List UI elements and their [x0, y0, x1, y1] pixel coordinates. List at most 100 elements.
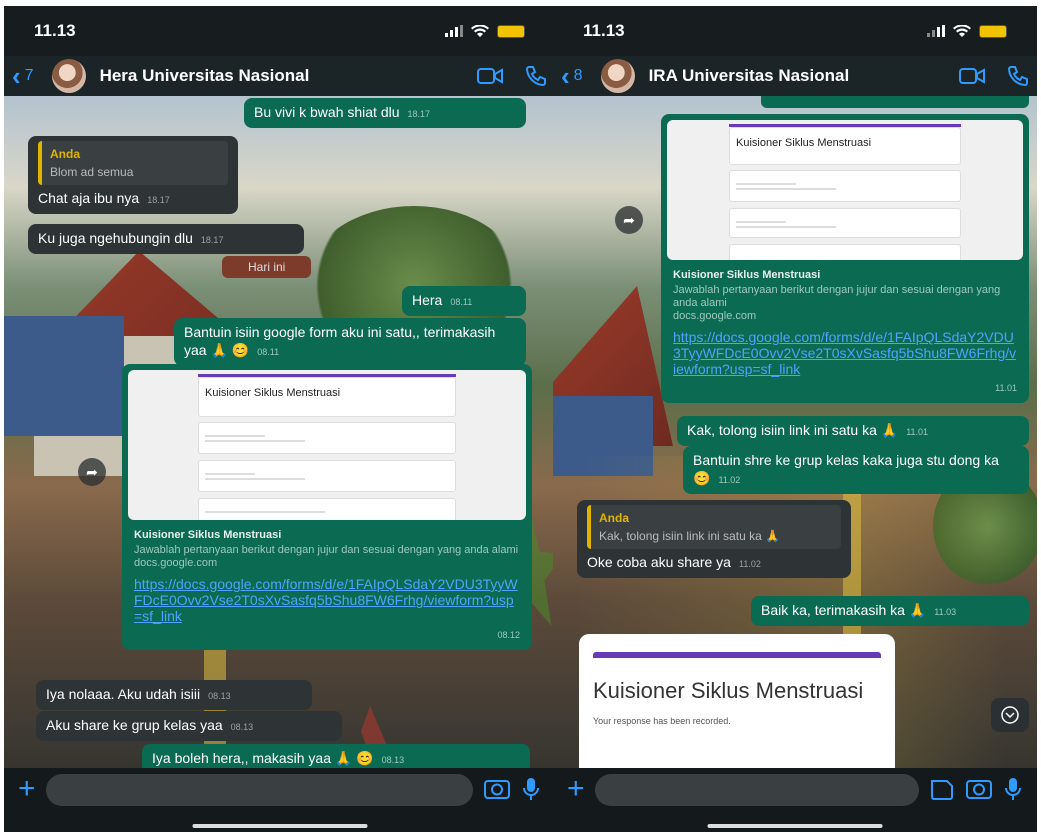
- message-bubble[interactable]: Bantuin shre ke grup kelas kaka juga stu…: [683, 446, 1029, 494]
- quote-author: Anda: [50, 147, 80, 161]
- message-text: Baik ka, terimakasih ka 🙏: [761, 602, 927, 618]
- contact-name[interactable]: Hera Universitas Nasional: [100, 66, 477, 86]
- phone-icon[interactable]: [525, 65, 547, 87]
- status-bar: 11.13: [4, 6, 555, 56]
- form-response-preview[interactable]: Kuisioner Siklus Menstruasi Your respons…: [579, 634, 895, 784]
- date-divider: Hari ini: [222, 256, 312, 278]
- message-time: 11.02: [738, 559, 761, 569]
- message-bubble[interactable]: Baik ka, terimakasih ka 🙏 11.03: [751, 596, 1029, 626]
- quote-author: Anda: [599, 511, 629, 525]
- status-bar: 11.13: [553, 6, 1037, 56]
- home-indicator[interactable]: [707, 824, 883, 828]
- link-title: Kuisioner Siklus Menstruasi: [673, 269, 821, 281]
- message-text: Hera: [412, 292, 443, 308]
- camera-icon[interactable]: [483, 774, 511, 804]
- background-blue-wall: [4, 316, 124, 436]
- link-domain: docs.google.com: [134, 557, 218, 569]
- avatar[interactable]: [600, 59, 635, 93]
- message-bubble[interactable]: Aku share ke grup kelas yaa 08.13: [36, 711, 342, 741]
- input-bar: +: [4, 768, 555, 832]
- chat-header: ‹ 8 IRA Universitas Nasional: [553, 56, 1037, 96]
- message-text: Kak, tolong isiin link ini satu ka 🙏: [687, 422, 899, 438]
- message-text: Iya boleh hera,, makasih yaa 🙏 😊: [152, 750, 374, 766]
- form-question-card: [729, 170, 961, 202]
- message-bubble[interactable]: Iya nolaaa. Aku udah isiii 08.13: [36, 680, 312, 710]
- form-question-card: [729, 244, 961, 260]
- form-question-card: [729, 208, 961, 238]
- wifi-icon: [471, 24, 489, 37]
- message-text: Iya nolaaa. Aku udah isiii: [46, 686, 201, 702]
- status-time: 11.13: [34, 21, 76, 40]
- message-input[interactable]: [594, 774, 919, 806]
- wifi-icon: [953, 24, 971, 37]
- unread-count[interactable]: 7: [25, 67, 34, 85]
- link-preview-image[interactable]: Kuisioner Siklus Menstruasi: [128, 370, 526, 520]
- form-title-card: Kuisioner Siklus Menstruasi: [729, 127, 961, 165]
- forward-icon[interactable]: ➦: [78, 458, 106, 486]
- message-bubble[interactable]: Anda Kak, tolong isiin link ini satu ka …: [577, 500, 851, 578]
- message-time: 18.17: [147, 195, 170, 205]
- link-description: Jawablah pertanyaan berikut dengan jujur…: [673, 284, 1001, 309]
- message-bubble[interactable]: Bantuin isiin google form aku ini satu,,…: [174, 318, 526, 366]
- message-input[interactable]: [45, 774, 473, 806]
- mic-icon[interactable]: [1003, 774, 1023, 804]
- mic-icon[interactable]: [521, 774, 541, 804]
- link-url[interactable]: https://docs.google.com/forms/d/e/1FAIpQ…: [134, 576, 520, 624]
- plus-icon[interactable]: +: [18, 774, 36, 804]
- scroll-down-button[interactable]: [991, 698, 1029, 732]
- plus-icon[interactable]: +: [567, 774, 585, 804]
- message-bubble[interactable]: Ku juga ngehubungin dlu 18.17: [28, 224, 304, 254]
- home-indicator[interactable]: [192, 824, 367, 828]
- sticker-icon[interactable]: [929, 774, 955, 804]
- form-response-status: Your response has been recorded.: [593, 716, 731, 726]
- link-message-bubble[interactable]: Kuisioner Siklus Menstruasi Kuisioner Si…: [122, 364, 532, 650]
- message-text: Ku juga ngehubungin dlu: [38, 230, 193, 246]
- message-bubble[interactable]: Hera 08.11: [402, 286, 526, 316]
- previous-message-bubble[interactable]: [761, 96, 1029, 108]
- message-time: 08.13: [208, 691, 231, 701]
- message-time: 18.17: [200, 235, 224, 245]
- video-call-icon[interactable]: [959, 67, 985, 85]
- message-bubble[interactable]: Anda Blom ad semua Chat aja ibu nya 18.17: [28, 136, 238, 214]
- form-title: Kuisioner Siklus Menstruasi: [205, 387, 341, 399]
- message-bubble[interactable]: Kak, tolong isiin link ini satu ka 🙏 11.0…: [677, 416, 1029, 446]
- link-title: Kuisioner Siklus Menstruasi: [134, 529, 282, 541]
- avatar[interactable]: [51, 59, 86, 93]
- form-question-card: [198, 460, 456, 492]
- message-time: 11.01: [906, 427, 929, 437]
- message-time: 08.13: [230, 722, 254, 732]
- chat-header: ‹ 7 Hera Universitas Nasional: [4, 56, 555, 96]
- forward-icon[interactable]: ➦: [615, 206, 643, 234]
- message-time: 08.11: [257, 347, 280, 357]
- message-bubble[interactable]: Bu vivi k bwah shiat dlu 18.17: [244, 98, 526, 128]
- message-text: Aku share ke grup kelas yaa: [46, 717, 223, 733]
- phone-icon[interactable]: [1007, 65, 1029, 87]
- link-preview-image[interactable]: Kuisioner Siklus Menstruasi: [667, 120, 1023, 260]
- message-time: 08.11: [450, 297, 473, 307]
- right-chat-screen: 11.13 ‹ 8 IRA Universitas Nasional ➦ Kui…: [553, 6, 1037, 832]
- message-time: 18.17: [407, 109, 431, 119]
- message-time: 11.03: [934, 607, 957, 617]
- link-domain: docs.google.com: [673, 310, 757, 322]
- status-time: 11.13: [583, 21, 625, 40]
- unread-count[interactable]: 8: [574, 67, 583, 85]
- contact-name[interactable]: IRA Universitas Nasional: [649, 66, 959, 86]
- camera-icon[interactable]: [965, 774, 993, 804]
- signal-icon: [927, 25, 945, 37]
- link-message-bubble[interactable]: Kuisioner Siklus Menstruasi Kuisioner Si…: [661, 114, 1029, 403]
- video-call-icon[interactable]: [477, 67, 503, 85]
- message-time: 08.12: [497, 630, 520, 640]
- message-text: Oke coba aku share ya: [587, 554, 731, 570]
- input-bar: +: [553, 768, 1037, 832]
- quoted-reply[interactable]: Anda Blom ad semua: [38, 141, 228, 185]
- link-url[interactable]: https://docs.google.com/forms/d/e/1FAIpQ…: [673, 329, 1017, 377]
- battery-icon: [497, 24, 525, 38]
- message-text: Bantuin isiin google form aku ini satu,,…: [184, 324, 496, 358]
- back-chevron-icon[interactable]: ‹: [561, 61, 570, 92]
- quoted-reply[interactable]: Anda Kak, tolong isiin link ini satu ka …: [587, 505, 841, 549]
- link-description: Jawablah pertanyaan berikut dengan jujur…: [134, 544, 519, 556]
- back-chevron-icon[interactable]: ‹: [12, 61, 21, 92]
- form-question-card: [198, 422, 456, 454]
- form-title: Kuisioner Siklus Menstruasi: [736, 137, 872, 149]
- message-text: Bu vivi k bwah shiat dlu: [254, 104, 400, 120]
